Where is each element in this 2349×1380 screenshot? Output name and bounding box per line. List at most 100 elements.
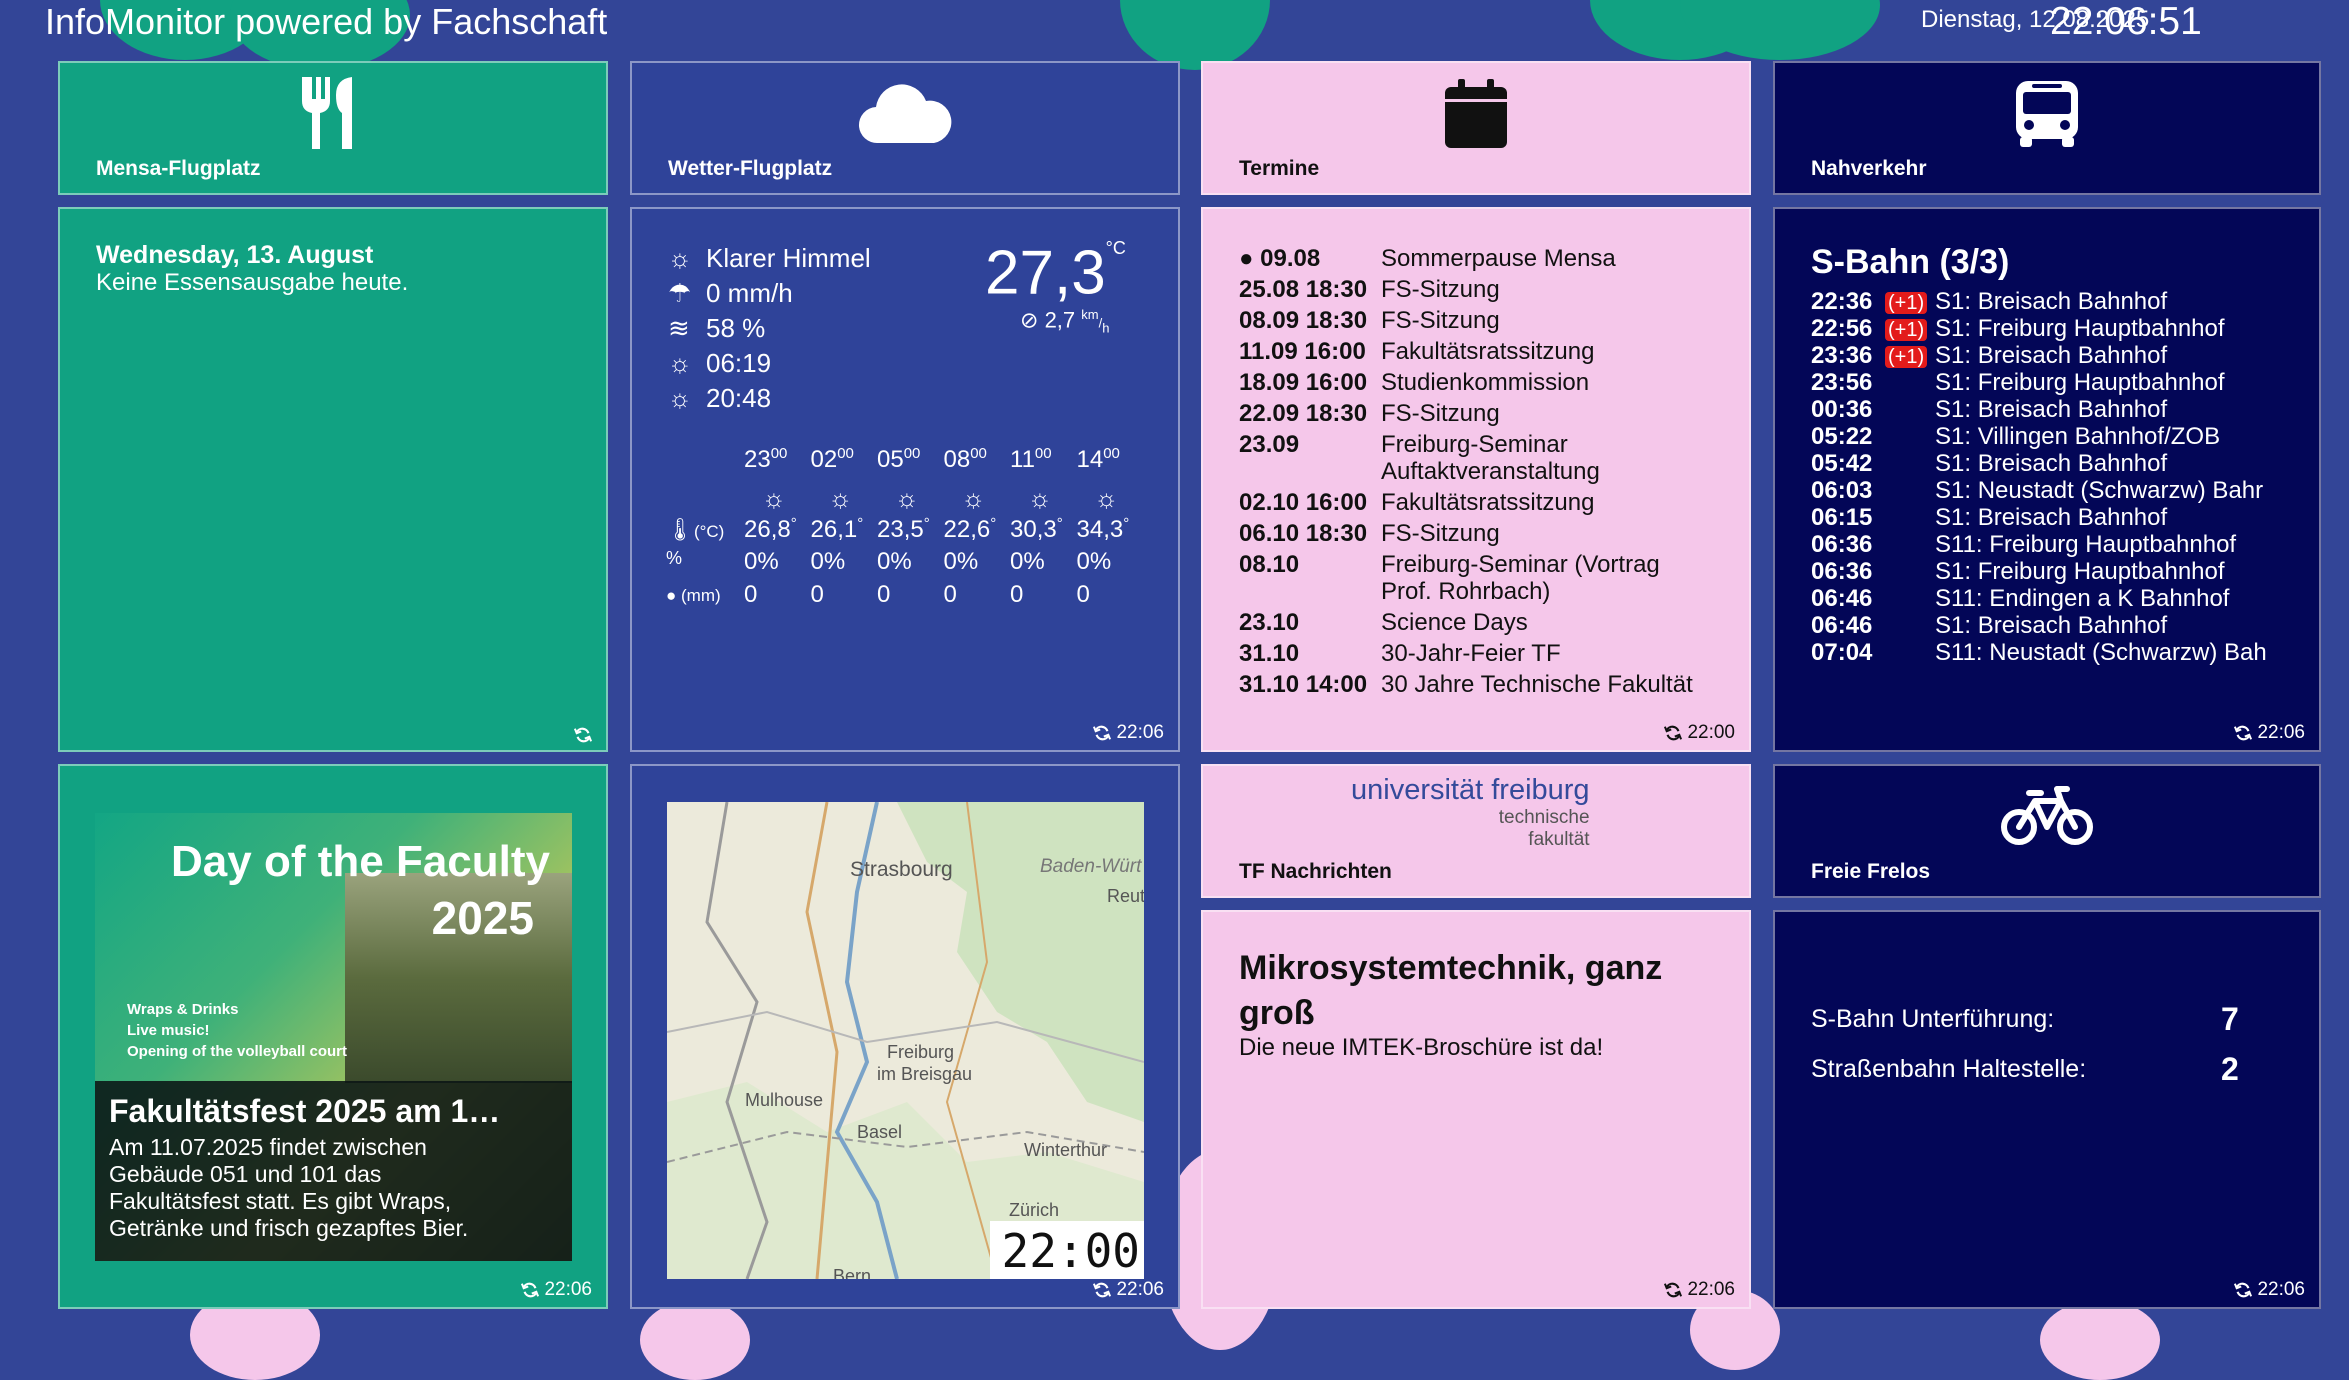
forecast-mm-value: 0 — [877, 581, 891, 608]
transit-content-tile: S-Bahn (3/3) 22:36 (+1) S1: Breisach Bahnh… — [1773, 207, 2321, 752]
map-label-strasbourg: Strasbourg — [850, 858, 953, 881]
transit-refresh: 22:06 — [2234, 722, 2305, 744]
event-text: Fakultätsratssitzung — [1381, 338, 1595, 365]
delay-cell: (+1) — [1885, 342, 1935, 369]
sun-icon: ☼ — [1094, 483, 1119, 513]
app-title: InfoMonitor powered by Fachschaft — [45, 1, 608, 42]
departure-time: 23:56 — [1811, 369, 1873, 396]
refresh-icon — [1093, 1282, 1112, 1298]
map-clock: 22:00 — [989, 1221, 1144, 1279]
departure-time: 06:15 — [1811, 504, 1873, 531]
sun-icon: ☼ — [668, 243, 692, 273]
logo-main: universität freiburg — [1351, 774, 1590, 806]
event-text: 30 Jahre Technische Fakultät — [1381, 671, 1693, 698]
map-label-breisgau: im Breisgau — [877, 1064, 973, 1084]
mensa-title: Mensa-Flugplatz — [96, 157, 261, 180]
forecast-icons: ☼ ☼ ☼ ☼ ☼ ☼ — [744, 483, 1143, 515]
event-item: 08.09 18:30 FS-Sitzung — [1239, 307, 1739, 334]
forecast-prob: 0% — [943, 548, 979, 575]
poster-line: Wraps & Drinks — [127, 1001, 239, 1018]
bikes-refresh: 22:06 — [2234, 1279, 2305, 1301]
departure-dest: S1: Freiburg Hauptbahnhof — [1935, 369, 2225, 396]
news-refresh: 22:06 — [521, 1279, 592, 1301]
departure-row: 00:36 S1: Breisach Bahnhof — [1811, 396, 2319, 423]
weather-humidity: 58 % — [706, 313, 766, 343]
forecast-hour: 1400 — [1076, 445, 1120, 473]
refresh-time: 22:06 — [2257, 1279, 2305, 1300]
delay-badge: (+1) — [1885, 346, 1928, 368]
refresh-time: 22:06 — [1687, 1279, 1735, 1300]
news-poster: Day of the Faculty 2025 Wraps & Drinks L… — [95, 813, 572, 1261]
refresh-time: 22:00 — [1687, 722, 1735, 743]
map-label-bern: Bern — [833, 1266, 872, 1279]
station-count: 7 — [2221, 1000, 2239, 1037]
departure-dest: S1: Breisach Bahnhof — [1935, 612, 2168, 639]
bike-station-row: Straßenbahn Haltestelle: 2 — [1811, 1044, 2251, 1094]
weather-header-tile: Wetter-Flugplatz — [630, 61, 1180, 195]
sun-icon: ☼ — [828, 483, 853, 513]
logo-sub2: fakultät — [1528, 829, 1590, 850]
tf-header-tile: universität freiburg technische fakultät… — [1201, 764, 1751, 898]
sun-icon: ☼ — [1028, 483, 1052, 513]
departure-dest: S1: Neustadt (Schwarzw) Bahr — [1935, 477, 2264, 504]
forecast-mm-value: 0 — [1010, 581, 1024, 608]
drop-icon: ● — [666, 586, 677, 605]
delay-cell: (+1) — [1885, 288, 1935, 315]
departure-row: 22:56 (+1) S1: Freiburg Hauptbahnhof — [1811, 315, 2319, 342]
departure-row: 05:22 S1: Villingen Bahnhof/ZOB — [1811, 423, 2319, 450]
departure-time: 06:46 — [1811, 612, 1873, 639]
map-label-freiburg: Freiburg — [887, 1042, 955, 1062]
event-item: 23.09 Freiburg-Seminar Auftaktveranstaltu… — [1239, 431, 1739, 485]
weather-condition: Klarer Himmel — [706, 243, 871, 273]
mensa-header-tile: Mensa-Flugplatz — [58, 61, 608, 195]
event-text: Fakultätsratssitzung — [1381, 489, 1595, 516]
departure-row: 05:42 S1: Breisach Bahnhof — [1811, 450, 2319, 477]
departure-row: 06:36 S11: Freiburg Hauptbahnhof — [1811, 531, 2319, 558]
sun-icon: ☼ — [762, 483, 786, 513]
departure-time: 05:22 — [1811, 423, 1873, 450]
wind-readout: ⊘ 2,7 km/h — [1020, 307, 1109, 336]
station-name: S-Bahn Unterführung: — [1811, 1004, 2055, 1033]
event-item: 11.09 16:00 Fakultätsratssitzung — [1239, 338, 1739, 365]
bus-icon — [1775, 73, 2319, 153]
departure-time: 23:36 — [1811, 342, 1873, 369]
map-label-baden: Baden-Würt — [1040, 856, 1142, 877]
forecast-hour: 0500 — [877, 445, 921, 473]
logo-sub1: technische — [1498, 807, 1590, 828]
temp-row-label: 🌡(°C) — [666, 517, 725, 542]
event-item: 31.10 14:00 30 Jahre Technische Fakultät — [1239, 671, 1739, 698]
event-date: 31.10 14:00 — [1239, 671, 1368, 698]
weather-content-tile: ☼ Klarer Himmel ☂ 0 mm/h ≋ 58 % ☼ 06:19 ☼ 20:… — [630, 207, 1180, 752]
map-label-mulhouse: Mulhouse — [745, 1090, 824, 1110]
forecast-prob: 0% — [1010, 548, 1045, 575]
forecast-mm-value: 0 — [744, 581, 758, 608]
event-date: 08.09 18:30 — [1239, 307, 1368, 334]
forecast-temps: 🌡(°C) 26,8° 26,1° 23,5° 22,6° 30,3° 34,3… — [666, 515, 1143, 548]
tf-refresh: 22:06 — [1664, 1279, 1735, 1301]
map-view[interactable]: Strasbourg Baden-Würt Reut Freiburg im B… — [667, 802, 1144, 1279]
weather-current: ☼ Klarer Himmel ☂ 0 mm/h ≋ 58 % ☼ 06:19 ☼ 20:… — [668, 241, 871, 416]
departure-dest: S11: Neustadt (Schwarzw) Bah — [1935, 639, 2267, 666]
map-refresh: 22:06 — [1093, 1279, 1164, 1301]
news-headline: Fakultätsfest 2025 am 1… — [109, 1093, 501, 1129]
forecast-table: 2300 0200 0500 0800 1100 1400 ☼ ☼ ☼ ☼ ☼ … — [666, 445, 1143, 614]
forecast-hour: 0200 — [810, 445, 854, 473]
transit-heading: S-Bahn (3/3) — [1811, 243, 2010, 281]
departure-dest: S1: Breisach Bahnhof — [1935, 450, 2168, 477]
events-list: ● 09.08 Sommerpause Mensa 25.08 18:30 FS-S… — [1239, 245, 1739, 702]
rain-percent-icon: % — [666, 548, 683, 568]
departure-row: 06:46 S1: Breisach Bahnhof — [1811, 612, 2319, 639]
departure-row: 07:04 S11: Neustadt (Schwarzw) Bah — [1811, 639, 2319, 666]
departure-dest: S1: Breisach Bahnhof — [1935, 504, 2168, 531]
event-item: 31.10 30-Jahr-Feier TF — [1239, 640, 1739, 667]
event-item: 08.10 Freiburg-Seminar (Vortrag Prof. Roh… — [1239, 551, 1739, 605]
event-date: 31.10 — [1239, 640, 1300, 667]
weather-sunrise: 06:19 — [706, 348, 772, 378]
refresh-icon — [521, 1282, 540, 1298]
event-item: 18.09 16:00 Studienkommission — [1239, 369, 1739, 396]
events-title: Termine — [1239, 157, 1320, 180]
current-temp: 27,3°C — [985, 231, 1126, 309]
event-item: 25.08 18:30 FS-Sitzung — [1239, 276, 1739, 303]
rain-cloud-icon: ☂ — [668, 278, 692, 308]
departure-dest: S1: Freiburg Hauptbahnhof — [1935, 558, 2225, 585]
